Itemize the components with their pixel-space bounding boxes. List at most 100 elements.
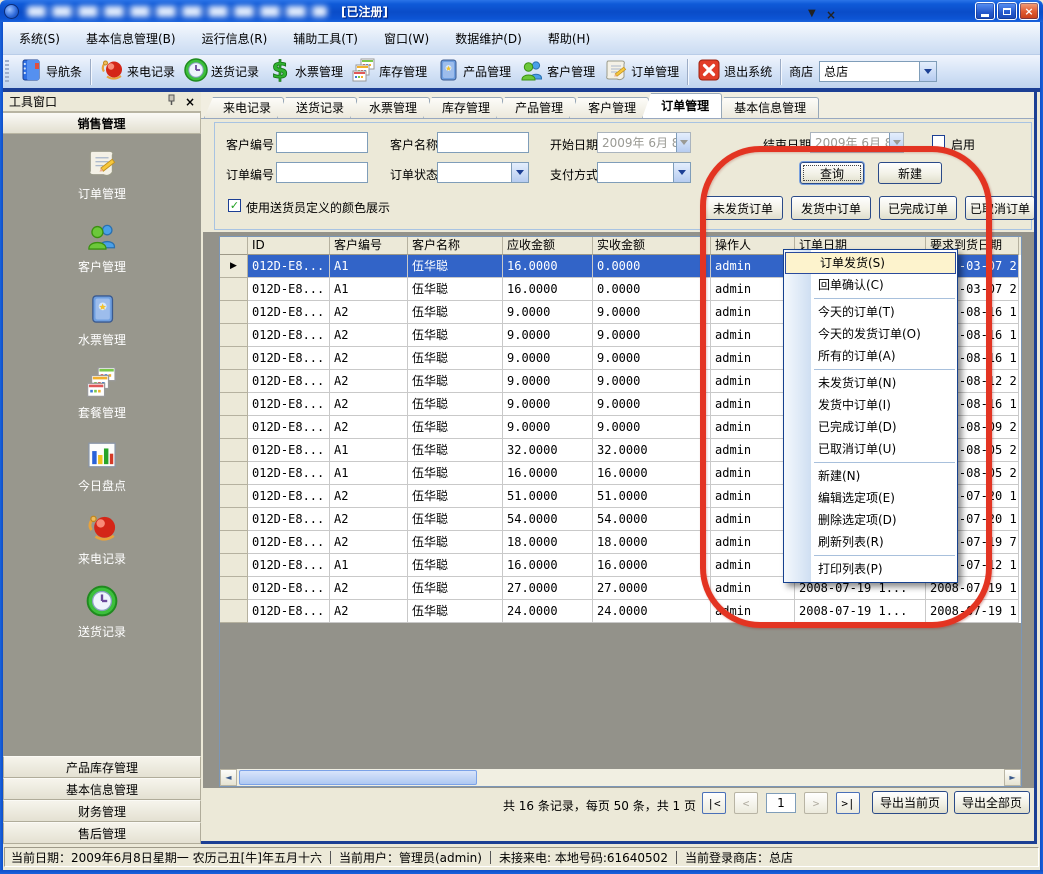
svg-text:$: $ (272, 57, 289, 83)
first-page-button[interactable]: |< (702, 792, 726, 814)
cell-id: 012D-E8... (248, 416, 330, 439)
cell-customer-name: 伍华聪 (408, 508, 503, 531)
cell-received: 9.0000 (593, 347, 711, 370)
customer-name-input[interactable] (437, 132, 529, 153)
export-current-page-button[interactable]: 导出当前页 (872, 791, 948, 814)
cell-received: 9.0000 (593, 301, 711, 324)
sidebar-item-customer-mgmt[interactable]: 客户管理 (78, 219, 126, 275)
cell-customer-no: A2 (330, 347, 408, 370)
color-display-checkbox[interactable]: ✓ (228, 199, 241, 212)
menu-bar: 系统(S) 基本信息管理(B) 运行信息(R) 辅助工具(T) 窗口(W) 数据… (0, 22, 1043, 55)
toolbar-delivery-records-button[interactable]: 送货记录 (179, 55, 263, 88)
close-button-icon[interactable]: × (1019, 2, 1039, 20)
start-date-picker[interactable]: 2009年 6月 8日 (597, 132, 691, 153)
scroll-left-icon[interactable]: ◄ (220, 769, 237, 786)
last-page-button[interactable]: >| (836, 792, 860, 814)
tab-close-icon[interactable]: × (826, 8, 836, 22)
export-all-pages-button[interactable]: 导出全部页 (954, 791, 1030, 814)
stock-chart-icon (85, 438, 119, 475)
cell-customer-no: A2 (330, 577, 408, 600)
toolbar-call-records-button[interactable]: 来电记录 (95, 55, 179, 88)
cell-received: 54.0000 (593, 508, 711, 531)
chevron-down-icon[interactable] (919, 62, 936, 81)
tab-product[interactable]: 产品管理 (496, 97, 576, 118)
restore-button-icon[interactable] (997, 2, 1017, 20)
cell-id: 012D-E8... (248, 393, 330, 416)
order-no-input[interactable] (276, 162, 368, 183)
toolbar-navigator-button[interactable]: 导航条 (14, 55, 86, 88)
chevron-down-icon[interactable] (511, 163, 528, 182)
page-number-input[interactable] (766, 793, 796, 813)
sidebar-item-water-ticket[interactable]: 水票管理 (78, 292, 126, 348)
package-grid-icon (85, 365, 119, 402)
toolbar-exit-button[interactable]: 退出系统 (692, 55, 776, 88)
tab-order-mgmt[interactable]: 订单管理 (642, 93, 722, 118)
cell-received: 27.0000 (593, 577, 711, 600)
tab-list-arrow-icon[interactable]: ▼ (808, 8, 816, 19)
toolbar-product-button[interactable]: 产品管理 (431, 55, 515, 88)
cell-customer-name: 伍华聪 (408, 301, 503, 324)
cell-id: 012D-E8... (248, 301, 330, 324)
toolbar-order-button[interactable]: 订单管理 (599, 55, 683, 88)
tab-call-records[interactable]: 来电记录 (204, 97, 284, 118)
col-id[interactable]: ID (248, 237, 330, 255)
minimize-button-icon[interactable] (975, 2, 995, 20)
menu-help[interactable]: 帮助(H) (535, 25, 603, 52)
menu-window[interactable]: 窗口(W) (371, 25, 442, 52)
tool-window-title: 工具窗口 (9, 93, 57, 110)
window-title-censored (27, 6, 327, 17)
sidebar-section-basic-info[interactable]: 基本信息管理 (3, 778, 201, 800)
shop-select[interactable]: 总店 (819, 61, 937, 82)
toolbar-customer-button[interactable]: 客户管理 (515, 55, 599, 88)
pay-method-select[interactable] (597, 162, 691, 183)
menu-run-info[interactable]: 运行信息(R) (189, 25, 281, 52)
sidebar-item-package-mgmt[interactable]: 套餐管理 (78, 365, 126, 421)
toolbar-grip[interactable] (5, 60, 9, 84)
sidebar-section-after-sales[interactable]: 售后管理 (3, 822, 201, 844)
scroll-right-icon[interactable]: ► (1004, 769, 1021, 786)
sidebar-section-product-stock[interactable]: 产品库存管理 (3, 756, 201, 778)
horizontal-scrollbar[interactable]: ◄ ► (220, 769, 1021, 786)
sidebar-item-order-mgmt[interactable]: 订单管理 (78, 146, 126, 202)
pin-icon[interactable] (166, 94, 177, 109)
sidebar-section-finance[interactable]: 财务管理 (3, 800, 201, 822)
registered-badge: [已注册] (341, 3, 388, 20)
col-received[interactable]: 实收金额 (593, 237, 711, 255)
tab-basic-info[interactable]: 基本信息管理 (715, 97, 819, 118)
pay-method-label: 支付方式 (550, 166, 598, 183)
chevron-down-icon[interactable] (676, 133, 690, 152)
tab-water-ticket[interactable]: 水票管理 (350, 97, 430, 118)
toolbar-water-ticket-button[interactable]: $ 水票管理 (263, 55, 347, 88)
col-customer-name[interactable]: 客户名称 (408, 237, 503, 255)
toolbar-exit-label: 退出系统 (724, 63, 772, 80)
tab-inventory[interactable]: 库存管理 (423, 97, 503, 118)
col-customer-no[interactable]: 客户编号 (330, 237, 408, 255)
shop-label: 商店 (789, 63, 813, 80)
toolbar-inventory-button[interactable]: 库存管理 (347, 55, 431, 88)
scrollbar-track[interactable] (237, 769, 1004, 786)
tool-window-close-icon[interactable]: × (185, 95, 195, 109)
menu-system[interactable]: 系统(S) (6, 25, 73, 52)
next-page-button[interactable]: > (804, 792, 828, 814)
tab-delivery-records[interactable]: 送货记录 (277, 97, 357, 118)
sidebar-item-delivery-records[interactable]: 送货记录 (78, 584, 126, 640)
start-date-value: 2009年 6月 8日 (598, 134, 676, 151)
cell-id: 012D-E8... (248, 554, 330, 577)
record-summary: 共 16 条记录，每页 50 条，共 1 页 (420, 797, 696, 814)
chevron-down-icon[interactable] (673, 163, 690, 182)
menu-data-maintenance[interactable]: 数据维护(D) (442, 25, 535, 52)
cell-received: 9.0000 (593, 393, 711, 416)
toolbar-delivery-records-label: 送货记录 (211, 63, 259, 80)
sidebar-section-sales[interactable]: 销售管理 (3, 112, 201, 134)
menu-basic-info[interactable]: 基本信息管理(B) (73, 25, 189, 52)
tab-customer[interactable]: 客户管理 (569, 97, 649, 118)
scr ollbar-thumb[interactable] (239, 770, 477, 785)
exit-icon (696, 57, 722, 86)
sidebar-item-call-records[interactable]: 来电记录 (78, 511, 126, 567)
col-receivable[interactable]: 应收金额 (503, 237, 593, 255)
order-status-select[interactable] (437, 162, 529, 183)
prev-page-button[interactable]: < (734, 792, 758, 814)
sidebar-item-today-stocktake[interactable]: 今日盘点 (78, 438, 126, 494)
customer-no-input[interactable] (276, 132, 368, 153)
menu-aux-tools[interactable]: 辅助工具(T) (280, 25, 371, 52)
